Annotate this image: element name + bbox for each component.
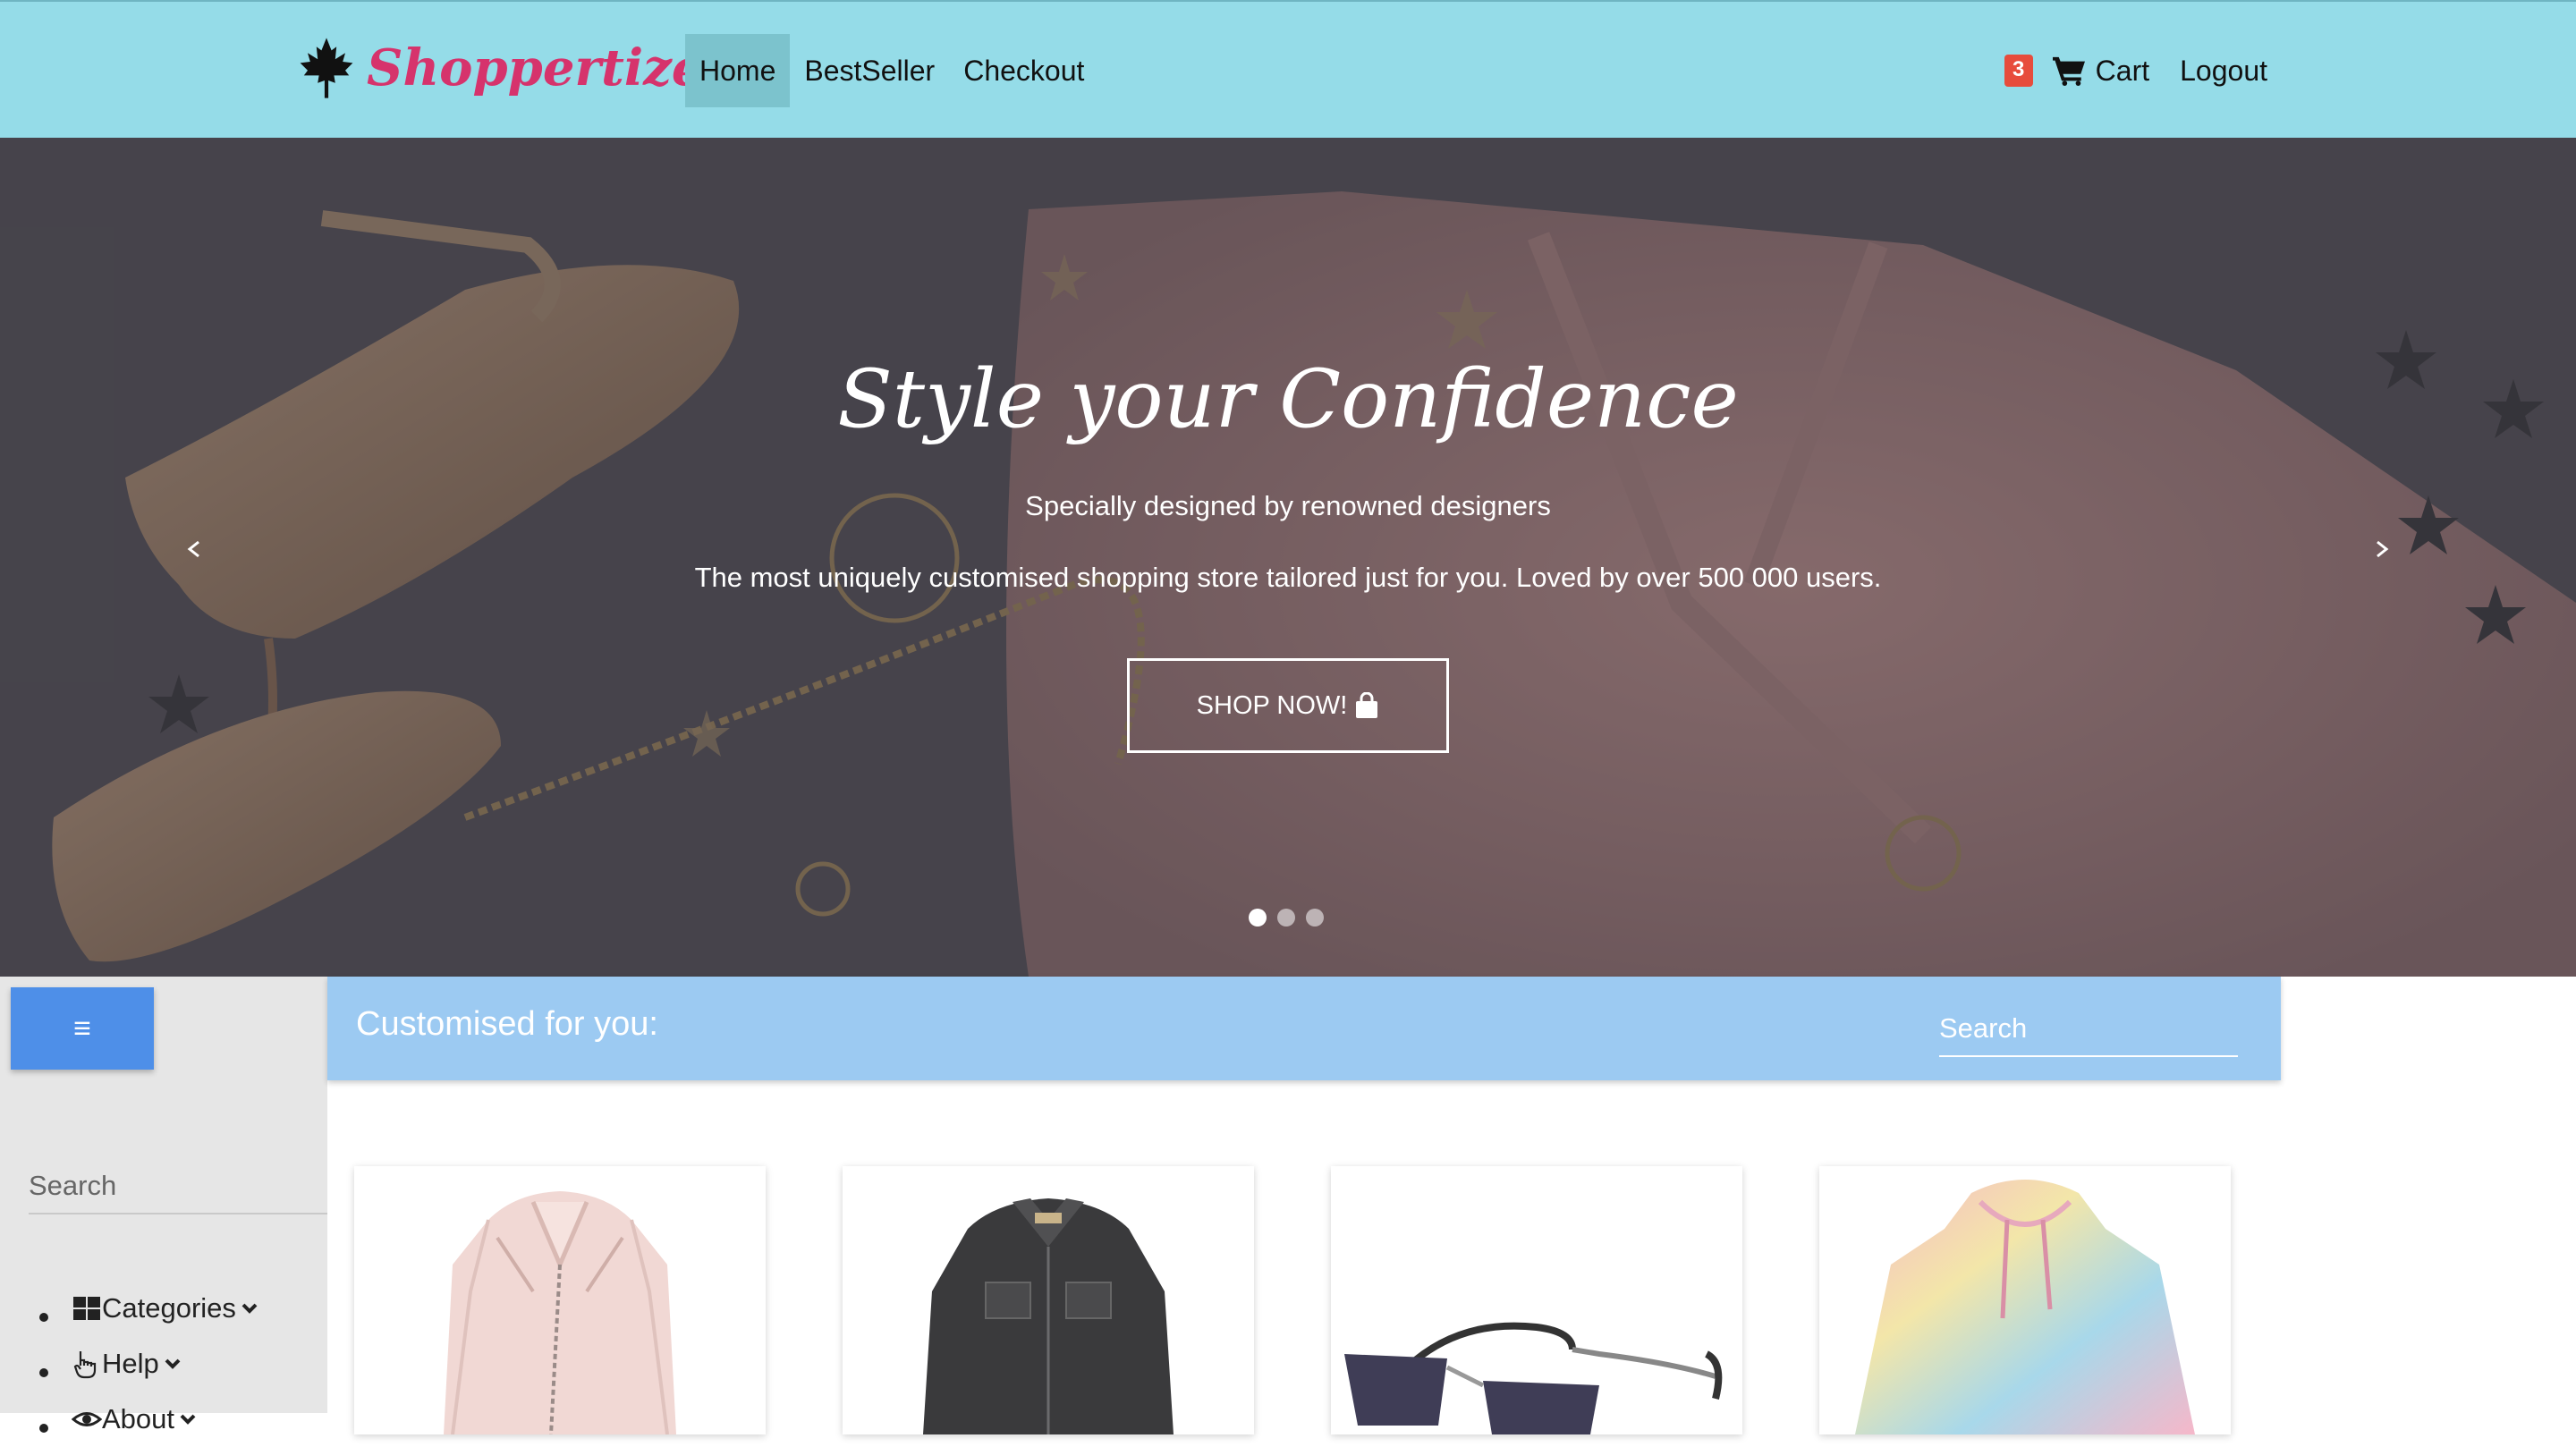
eye-icon (72, 1412, 102, 1426)
shop-now-button[interactable]: SHOP NOW! (1127, 658, 1449, 753)
hamburger-icon: ≡ (73, 1011, 91, 1045)
sidebar-item-label: Help (102, 1348, 159, 1379)
hero-subtitle: Specially designed by renowned designers (1025, 490, 1551, 521)
product-image (923, 1198, 1174, 1434)
maple-leaf-icon (300, 38, 353, 98)
nav-link-home[interactable]: Home (685, 34, 791, 107)
hero-title: Style your Confidence (837, 352, 1739, 446)
product-card-pink-leather-jacket[interactable] (354, 1166, 766, 1434)
hero-overlay (0, 138, 2576, 977)
list-bullet (39, 1368, 48, 1377)
nav-link-checkout[interactable]: Checkout (949, 34, 1098, 107)
carousel-prev-arrow-icon[interactable] (175, 522, 211, 576)
brand[interactable]: Shoppertize (295, 32, 704, 104)
carousel-dot-3[interactable] (1306, 909, 1324, 927)
carousel-next-arrow-icon[interactable] (2365, 522, 2401, 576)
sidebar-item-label: About (102, 1403, 175, 1434)
top-navbar: Shoppertize Home BestSeller Checkout 3 C… (0, 0, 2576, 138)
section-header: Customised for you: (327, 977, 2281, 1080)
chevron-down-icon (180, 1414, 196, 1425)
product-card-tie-dye-hoodie[interactable] (1819, 1166, 2231, 1434)
shop-now-label: SHOP NOW! (1196, 690, 1348, 720)
carousel-dot-1[interactable] (1249, 909, 1267, 927)
chevron-down-icon (242, 1303, 258, 1314)
sidebar-item-label: Categories (102, 1292, 236, 1324)
hero-description: The most uniquely customised shopping st… (694, 562, 1882, 593)
hero-carousel: Style your Confidence Specially designed… (0, 138, 2576, 977)
product-search-input[interactable] (1939, 1002, 2238, 1057)
carousel-dot-2[interactable] (1277, 909, 1295, 927)
sidebar: ≡ Categories Help (0, 977, 327, 1434)
chevron-down-icon (165, 1358, 181, 1369)
grid-icon (73, 1297, 100, 1320)
shopping-cart-icon[interactable] (2052, 55, 2087, 86)
brand-name: Shoppertize (367, 38, 704, 97)
sidebar-item-help[interactable]: Help (36, 1336, 259, 1392)
shopping-bag-icon (1356, 692, 1378, 718)
nav-links: Home BestSeller Checkout (685, 34, 1098, 107)
sidebar-item-categories[interactable]: Categories (36, 1281, 259, 1336)
cart-link[interactable]: Cart (2096, 55, 2149, 88)
product-image (444, 1191, 676, 1434)
list-bullet (39, 1424, 48, 1433)
product-image (1855, 1180, 2195, 1434)
hand-pointer-icon (73, 1351, 97, 1379)
nav-right: 3 Cart Logout (2004, 34, 2267, 107)
section-title: Customised for you: (356, 1005, 658, 1043)
product-card-black-denim-jacket[interactable] (843, 1166, 1254, 1434)
sidebar-item-about[interactable]: About (36, 1392, 259, 1447)
list-bullet (39, 1313, 48, 1322)
sidebar-menu: Categories Help About (36, 1281, 259, 1447)
cart-count-badge: 3 (2004, 55, 2033, 87)
menu-toggle-button[interactable]: ≡ (11, 987, 154, 1070)
product-card-rimless-sunglasses[interactable] (1331, 1166, 1742, 1434)
logout-link[interactable]: Logout (2180, 55, 2267, 88)
product-image (1344, 1322, 1723, 1434)
nav-link-bestseller[interactable]: BestSeller (790, 34, 949, 107)
carousel-indicators (1249, 909, 1335, 927)
sidebar-search-input[interactable] (29, 1159, 327, 1214)
